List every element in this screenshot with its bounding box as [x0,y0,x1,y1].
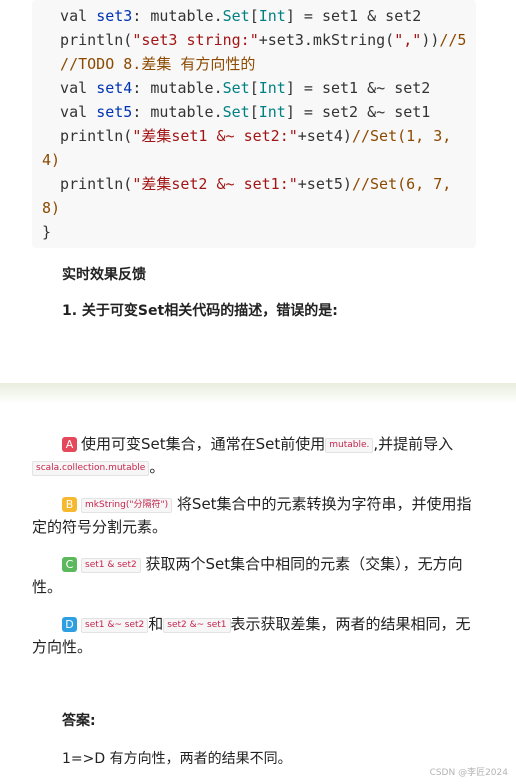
inline-code: mutable. [325,438,374,453]
code-comment: //TODO 8.差集 有方向性的 [42,55,256,73]
option-b[interactable]: BmkString("分隔符") 将Set集合中的元素转换为字符串，并使用指定的… [32,493,482,539]
option-a-text: ,并提前导入 [373,435,454,453]
section-divider [0,383,516,403]
code-line: val set3: mutable.Set[Int] = set1 & set2 [42,7,422,25]
inline-code: set1 &~ set2 [81,618,149,633]
question-title: 1. 关于可变Set相关代码的描述，错误的是: [62,303,338,319]
code-line: println("差集set1 &~ set2:"+set4)//Set(1, … [42,127,452,145]
option-c-badge: C [62,557,77,572]
inline-code: scala.collection.mutable [32,461,150,476]
code-line: val set5: mutable.Set[Int] = set2 &~ set… [42,103,431,121]
option-a[interactable]: A 使用可变Set集合，通常在Set前使用 mutable. ,并提前导入 scala.… [32,433,482,479]
option-d-text: 和 [148,615,164,633]
code-line: println("差集set2 &~ set1:"+set5)//Set(6, … [42,175,452,193]
inline-code: set1 & set2 [81,558,141,573]
answer-text: 1=>D 有方向性，两者的结果不同。 [62,751,292,767]
inline-code: mkString("分隔符") [81,498,173,513]
code-line: val set4: mutable.Set[Int] = set1 &~ set… [42,79,431,97]
code-line: 4) [42,151,61,169]
answer-title: 答案: [62,713,96,729]
option-d-badge: D [62,617,77,632]
option-b-badge: B [62,497,77,512]
code-line: 8) [42,199,61,217]
watermark: CSDN @李匠2024 [429,768,508,778]
section-title: 实时效果反馈 [62,267,146,283]
inline-code: set2 &~ set1 [163,618,231,633]
option-a-text: 。 [149,458,165,476]
option-a-badge: A [62,437,77,452]
option-c[interactable]: Cset1 & set2 获取两个Set集合中相同的元素（交集），无方向性。 [32,553,482,599]
code-line: println("set3 string:"+set3.mkString(","… [42,31,467,49]
code-block: val set3: mutable.Set[Int] = set1 & set2… [32,0,476,248]
option-a-text: 使用可变Set集合，通常在Set前使用 [81,435,326,453]
code-line: } [42,223,52,241]
option-d[interactable]: Dset1 &~ set2 和 set2 &~ set1 表示获取差集，两者的结果相同… [32,613,482,659]
